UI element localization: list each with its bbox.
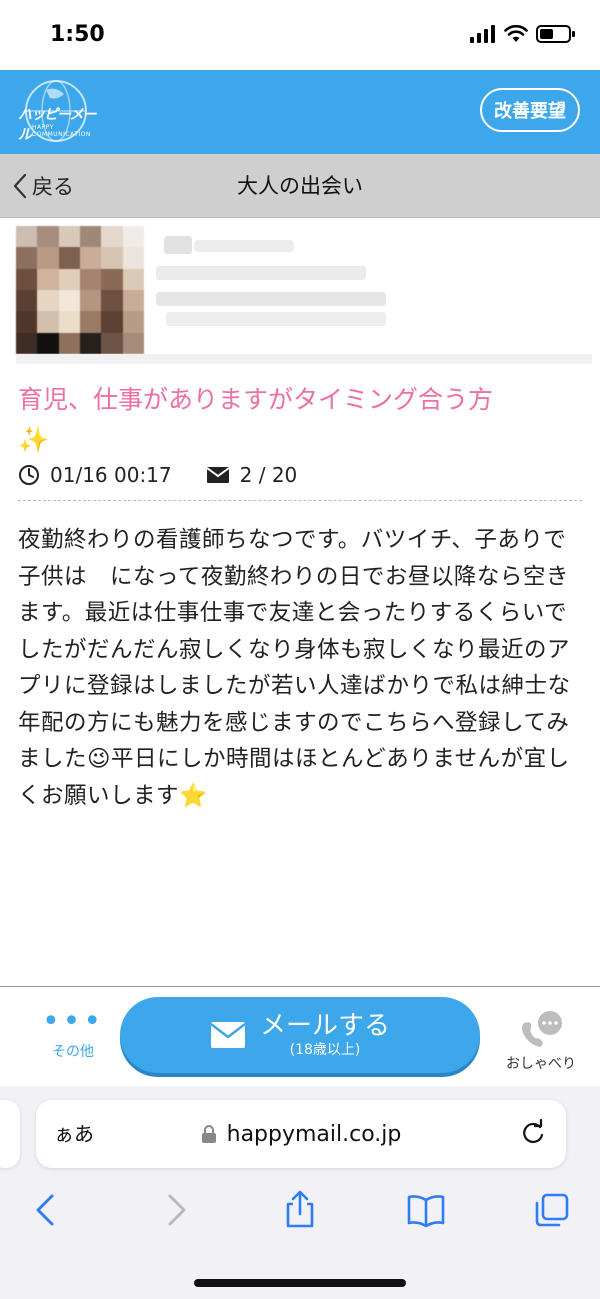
happymail-logo[interactable]: ハッピーメール HAPPY COMMUNICATION <box>10 76 100 146</box>
envelope-icon <box>210 1022 246 1048</box>
browser-toolbar <box>0 1186 600 1236</box>
chat-button[interactable]: おしゃべり <box>496 1009 586 1073</box>
wifi-icon <box>504 25 528 42</box>
mail-icon <box>206 467 230 483</box>
blurred-text <box>156 292 386 306</box>
divider <box>18 500 582 501</box>
logo-subtext: HAPPY COMMUNICATION <box>32 124 91 138</box>
post-body: 夜勤終わりの看護師ちなつです。バツイチ、子ありで子供は になって夜勤終わりの日で… <box>18 527 571 809</box>
action-bar: ••• その他 メールする (18歳以上) おしゃべり <box>0 986 600 1086</box>
blurred-text <box>194 240 294 252</box>
url-text: happymail.co.jp <box>226 1121 402 1147</box>
clock-icon <box>19 465 39 485</box>
address-bar[interactable]: ぁあ happymail.co.jp <box>36 1100 566 1168</box>
share-icon[interactable] <box>280 1190 320 1230</box>
avatar[interactable] <box>16 226 144 354</box>
back-arrow-icon[interactable] <box>26 1190 66 1230</box>
post-meta: 01/16 00:17 2 / 20 <box>18 460 331 490</box>
other-label: その他 <box>52 1044 94 1060</box>
blurred-text <box>164 236 192 254</box>
blurred-text <box>156 266 366 280</box>
sparkle-emoji: ✨ <box>18 425 50 454</box>
reload-icon[interactable] <box>518 1118 548 1148</box>
home-indicator <box>194 1279 406 1287</box>
blurred-text <box>166 312 386 326</box>
more-dots-icon: ••• <box>41 1004 105 1039</box>
phone-chat-icon <box>522 1011 562 1047</box>
mail-button-sublabel: (18歳以上) <box>289 1042 361 1058</box>
profile-divider <box>16 354 592 364</box>
mail-count: 2 / 20 <box>239 463 298 487</box>
status-icons <box>470 24 576 44</box>
chat-label: おしゃべり <box>506 1056 576 1072</box>
url-display[interactable]: happymail.co.jp <box>36 1100 566 1168</box>
post-title-text: 育児、仕事がありますがタイミング合う方 <box>18 385 494 414</box>
status-time: 1:50 <box>50 22 105 47</box>
post-title: 育児、仕事がありますがタイミング合う方 ✨ <box>18 380 578 460</box>
browser-chrome: ぁあ happymail.co.jp <box>0 1086 600 1299</box>
page-title: 大人の出会い <box>237 174 363 198</box>
signal-icon <box>470 25 495 43</box>
battery-icon <box>536 25 575 43</box>
lock-icon <box>201 1125 216 1143</box>
tabs-icon[interactable] <box>532 1190 572 1230</box>
status-bar: 1:50 <box>0 0 600 70</box>
previous-tab[interactable] <box>0 1100 20 1168</box>
bookmarks-icon[interactable] <box>406 1190 446 1230</box>
post-datetime: 01/16 00:17 <box>50 463 172 487</box>
send-mail-button[interactable]: メールする (18歳以上) <box>120 997 480 1073</box>
feedback-button[interactable]: 改善要望 <box>480 88 580 132</box>
forward-arrow-icon[interactable] <box>156 1190 196 1230</box>
nav-bar: 戻る 大人の出会い <box>0 154 600 218</box>
mail-button-label: メールする <box>259 1011 390 1041</box>
app-header: ハッピーメール HAPPY COMMUNICATION 改善要望 <box>0 70 600 154</box>
profile-section[interactable] <box>16 226 592 364</box>
other-button[interactable]: ••• その他 <box>40 1004 106 1061</box>
